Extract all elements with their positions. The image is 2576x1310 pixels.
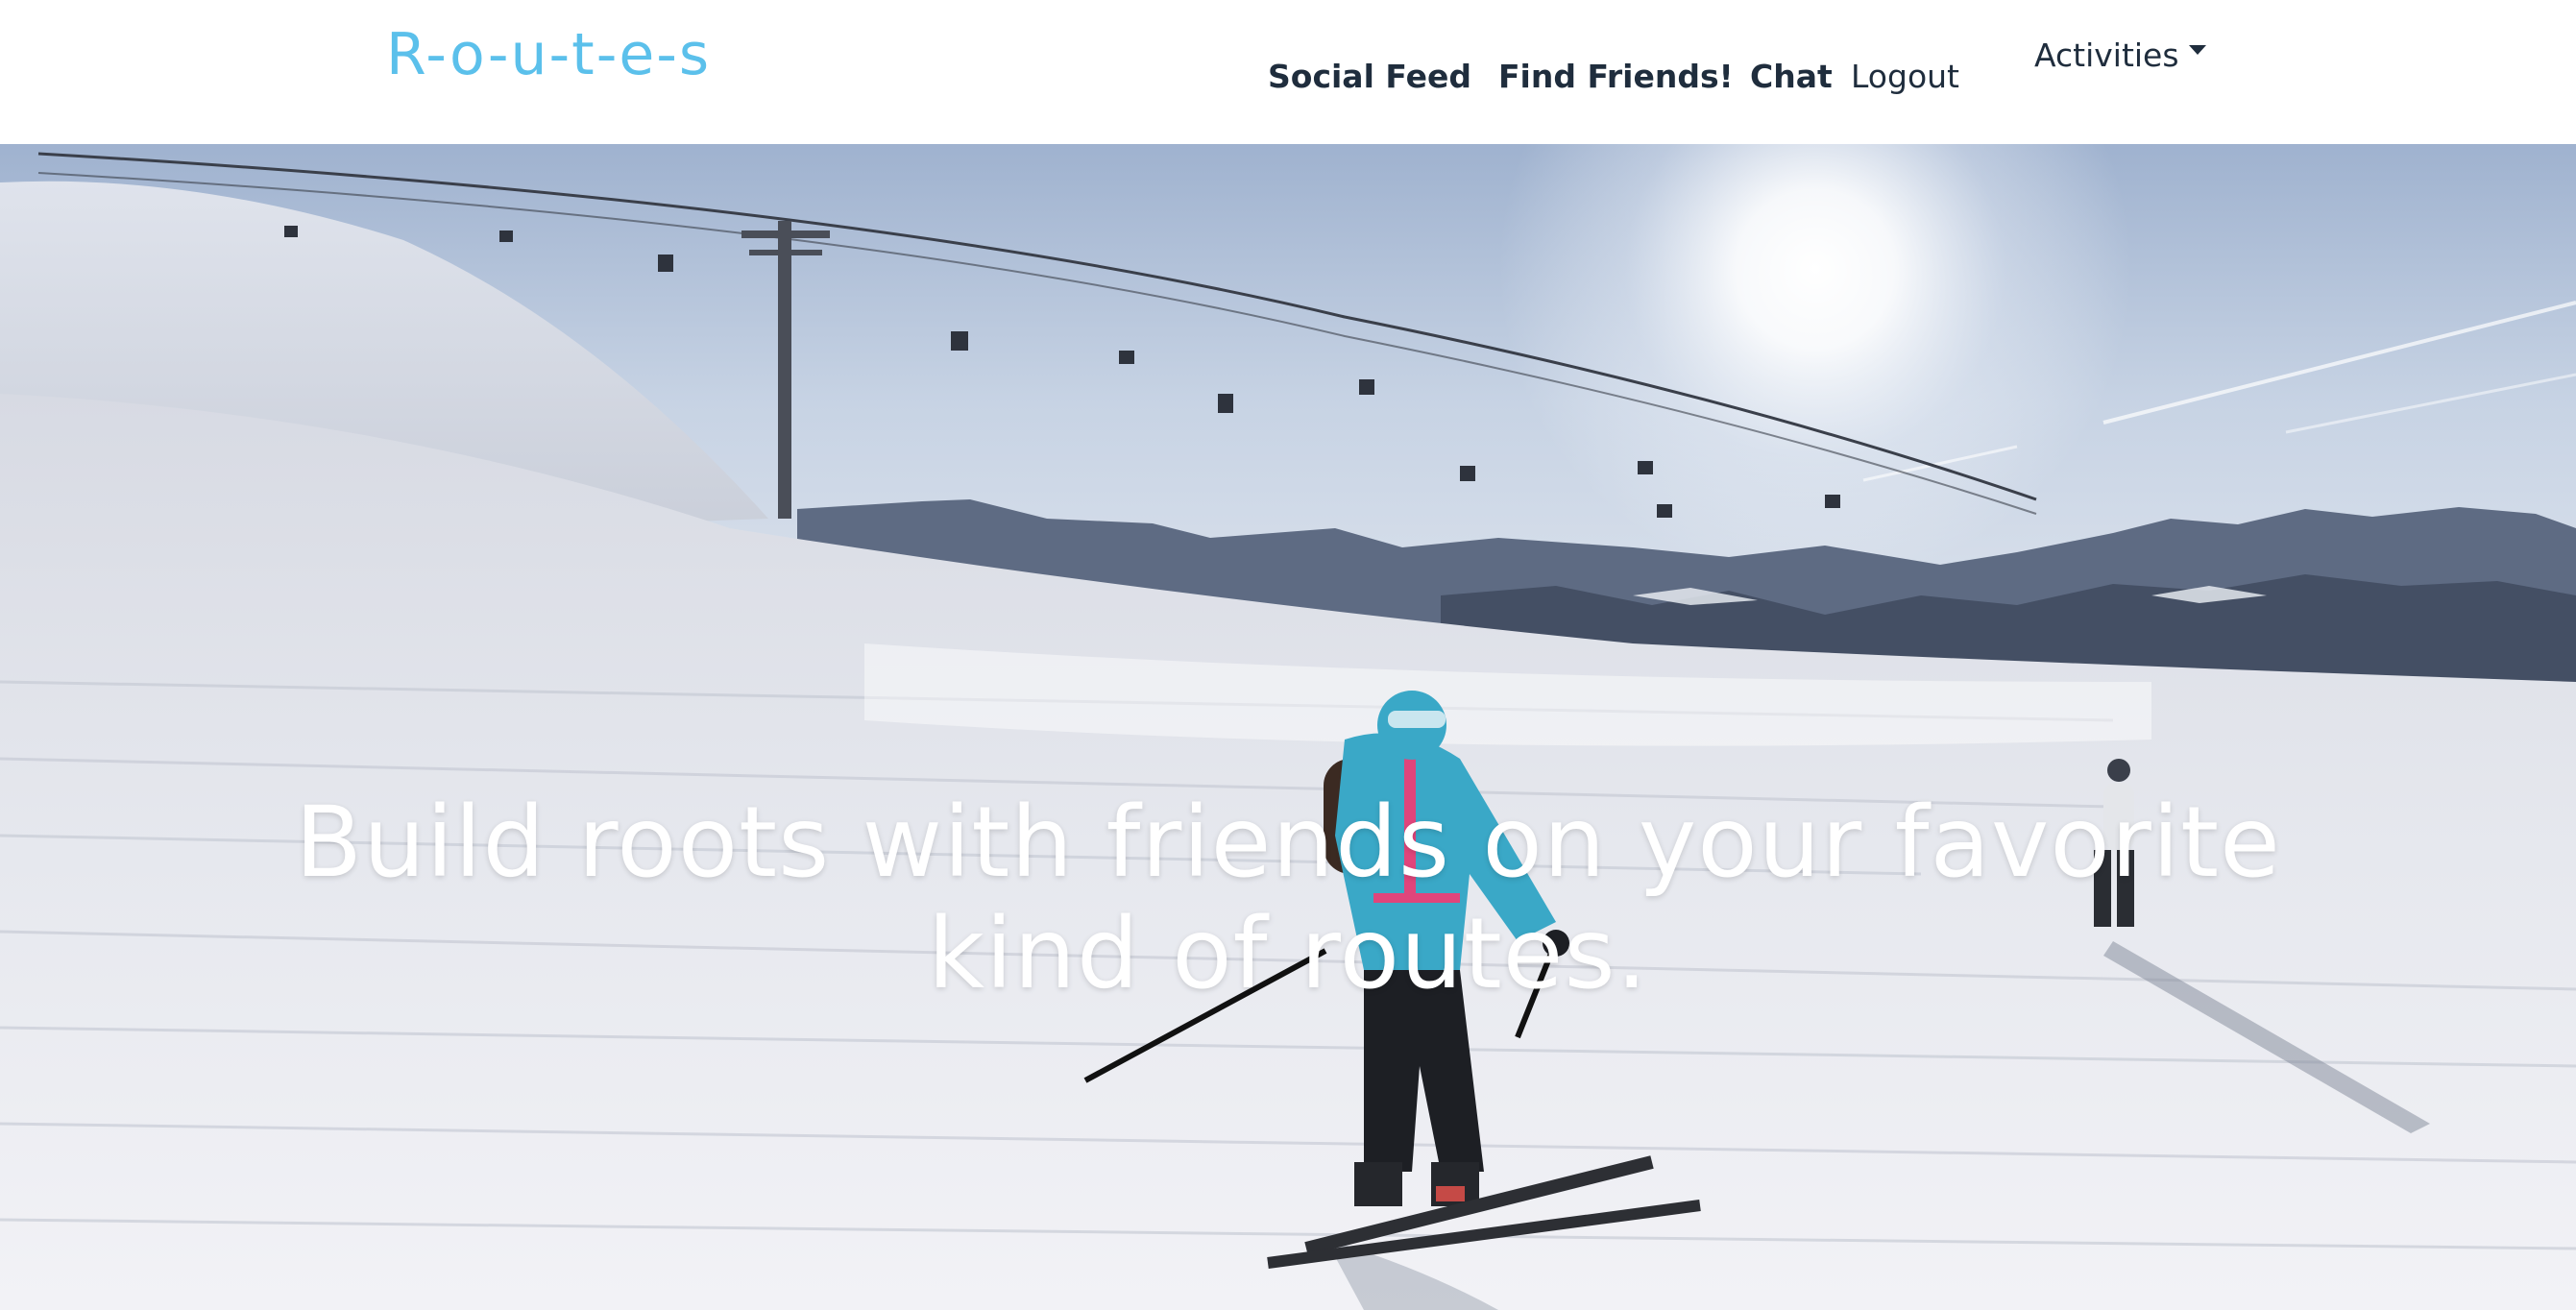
top-navbar: R-o-u-t-e-s Social Feed Find Friends! Ch… — [0, 0, 2576, 144]
nav-chat-link[interactable]: Chat — [1750, 58, 1833, 95]
brand-logo-link[interactable]: R-o-u-t-e-s — [386, 21, 711, 88]
nav-find-friends-link[interactable]: Find Friends! — [1498, 58, 1734, 95]
ski-slope-background-image — [0, 144, 2576, 1310]
nav-social-feed-link[interactable]: Social Feed — [1268, 58, 1471, 95]
activities-dropdown-label: Activities — [2034, 36, 2179, 74]
activities-dropdown-toggle[interactable]: Activities — [2034, 36, 2206, 74]
hero-headline: Build roots with friends on your favorit… — [295, 786, 2281, 1011]
nav-logout-link[interactable]: Logout — [1851, 58, 1959, 95]
caret-down-icon — [2188, 44, 2206, 55]
hero-section: Build roots with friends on your favorit… — [0, 144, 2576, 1310]
